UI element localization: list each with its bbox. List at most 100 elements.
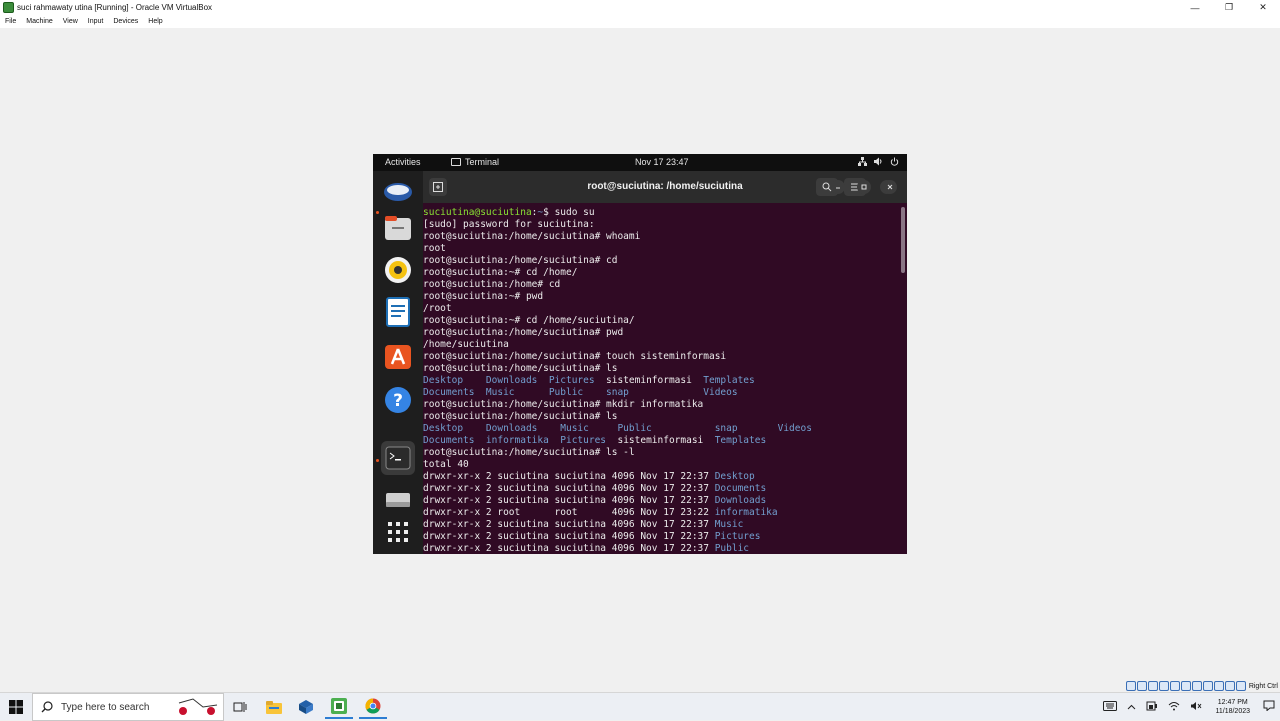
notification-icon[interactable] xyxy=(1263,700,1275,714)
dock-software[interactable] xyxy=(381,339,415,373)
taskbar-clock[interactable]: 12:47 PM 11/18/2023 xyxy=(1215,698,1250,716)
guest-close-button[interactable] xyxy=(883,180,897,194)
task-view-button[interactable] xyxy=(226,695,254,719)
terminal-text: root@suciutina:/home/suciutina# pwd xyxy=(423,327,624,338)
search-icon xyxy=(41,701,53,713)
system-status-area[interactable] xyxy=(858,157,899,168)
menu-machine[interactable]: Machine xyxy=(26,18,52,25)
ubuntu-software-icon xyxy=(385,345,411,369)
terminal-text: Desktop Downloads Music Public snap Vide… xyxy=(423,423,812,434)
task-view-icon xyxy=(233,702,247,712)
terminal-text: informatika xyxy=(714,507,778,518)
terminal-text: drwxr-xr-x 2 suciutina suciutina 4096 No… xyxy=(423,519,715,530)
windows-logo-icon xyxy=(9,700,23,714)
start-button[interactable] xyxy=(0,693,32,721)
terminal-line: root@suciutina:/home/suciutina# ls xyxy=(423,363,617,375)
guest-maximize-button[interactable] xyxy=(857,180,871,194)
terminal-line: root@suciutina:/home/suciutina# ls -l xyxy=(423,447,635,459)
power-icon xyxy=(890,157,899,168)
guest-screen[interactable]: Activities Terminal Nov 17 23:47 ? root@… xyxy=(373,154,907,554)
guest-minimize-button[interactable] xyxy=(831,180,845,194)
terminal-text: drwxr-xr-x 2 root root 4096 Nov 17 23:22 xyxy=(423,507,715,518)
chrome-icon xyxy=(365,698,381,714)
dock-rhythmbox[interactable] xyxy=(381,253,415,287)
optical-status-icon[interactable] xyxy=(1136,681,1147,691)
terminal-line: drwxr-xr-x 2 suciutina suciutina 4096 No… xyxy=(423,543,749,554)
chevron-up-icon[interactable] xyxy=(1127,702,1136,713)
terminal-scrollbar[interactable] xyxy=(901,207,905,273)
terminal-line: /home/suciutina xyxy=(423,339,509,351)
terminal-text: root@suciutina:~# pwd xyxy=(423,291,544,302)
terminal-text: /home/suciutina xyxy=(423,339,509,350)
dock-show-apps[interactable] xyxy=(381,515,415,549)
terminal-line: drwxr-xr-x 2 suciutina suciutina 4096 No… xyxy=(423,495,766,507)
thunderbird-icon xyxy=(384,183,412,201)
terminal-text: Documents xyxy=(714,483,767,494)
terminal-window[interactable]: root@suciutina: /home/suciutina suciutin… xyxy=(423,171,907,554)
volume-muted-icon[interactable] xyxy=(1190,701,1202,714)
dock-writer[interactable] xyxy=(381,295,415,329)
menu-file[interactable]: File xyxy=(5,18,16,25)
dock-thunderbird[interactable] xyxy=(381,175,415,209)
touch-keyboard-icon[interactable] xyxy=(1103,700,1118,714)
terminal-text: root@suciutina:/home/suciutina# ls xyxy=(423,411,618,422)
host-window-title: suci rahmawaty utina [Running] - Oracle … xyxy=(17,3,213,12)
host-key-label: Right Ctrl xyxy=(1248,682,1278,690)
dock-help[interactable]: ? xyxy=(381,383,415,417)
terminal-line: root@suciutina:~# pwd xyxy=(423,291,543,303)
menu-devices[interactable]: Devices xyxy=(113,18,138,25)
wifi-icon[interactable] xyxy=(1168,701,1180,714)
close-button[interactable]: ✕ xyxy=(1246,0,1280,15)
terminal-text: suciutina@suciutina xyxy=(423,207,532,218)
gnome-top-bar: Activities Terminal Nov 17 23:47 xyxy=(373,154,907,171)
hdd-status-icon[interactable] xyxy=(1125,681,1136,691)
usb-status-icon[interactable] xyxy=(1169,681,1180,691)
restore-button[interactable]: ❐ xyxy=(1212,0,1246,15)
terminal-line: root@suciutina:/home/suciutina# ls xyxy=(423,411,617,423)
activities-button[interactable]: Activities xyxy=(385,157,421,167)
menu-view[interactable]: View xyxy=(63,18,78,25)
app-menu[interactable]: Terminal xyxy=(451,157,499,167)
dock-files[interactable] xyxy=(381,211,415,245)
taskbar-virtualbox-vm[interactable] xyxy=(325,695,353,719)
menu-input[interactable]: Input xyxy=(88,18,104,25)
terminal-text: Pictures xyxy=(714,531,761,542)
keyboard-status-icon[interactable] xyxy=(1235,681,1246,691)
terminal-line: root@suciutina:/home/suciutina# pwd xyxy=(423,327,623,339)
virtualbox-manager-icon xyxy=(299,700,313,714)
terminal-text: drwxr-xr-x 2 suciutina suciutina 4096 No… xyxy=(423,543,715,554)
terminal-text: root@suciutina:~# cd /home/suciutina/ xyxy=(423,315,635,326)
taskbar-search[interactable]: Type here to search xyxy=(32,693,224,721)
terminal-line: drwxr-xr-x 2 root root 4096 Nov 17 23:22… xyxy=(423,507,778,519)
taskbar-virtualbox-manager[interactable] xyxy=(292,695,320,719)
display-status-icon[interactable] xyxy=(1191,681,1202,691)
files-icon xyxy=(385,216,411,240)
terminal-text: Templates xyxy=(703,375,755,386)
terminal-text: drwxr-xr-x 2 suciutina suciutina 4096 No… xyxy=(423,483,715,494)
terminal-text: drwxr-xr-x 2 suciutina suciutina 4096 No… xyxy=(423,531,715,542)
menu-help[interactable]: Help xyxy=(148,18,162,25)
terminal-text: root xyxy=(423,243,446,254)
terminal-text: Desktop Downloads Pictures xyxy=(423,375,607,386)
terminal-line: Documents informatika Pictures sisteminf… xyxy=(423,435,766,447)
terminal-output[interactable]: suciutina@suciutina:~$ sudo su [sudo] pas… xyxy=(423,203,907,554)
host-menubar: File Machine View Input Devices Help xyxy=(0,15,1280,28)
taskbar-file-explorer[interactable] xyxy=(260,695,288,719)
dock-drive[interactable] xyxy=(381,483,415,517)
gnome-clock[interactable]: Nov 17 23:47 xyxy=(635,157,689,167)
network-status-icon[interactable] xyxy=(1158,681,1169,691)
dock-terminal[interactable] xyxy=(381,441,415,475)
recording-status-icon[interactable] xyxy=(1202,681,1213,691)
audio-status-icon[interactable] xyxy=(1147,681,1158,691)
shared-folders-icon[interactable] xyxy=(1180,681,1191,691)
terminal-text: drwxr-xr-x 2 suciutina suciutina 4096 No… xyxy=(423,495,715,506)
terminal-line: drwxr-xr-x 2 suciutina suciutina 4096 No… xyxy=(423,519,743,531)
mouse-integration-icon[interactable] xyxy=(1224,681,1235,691)
cpu-status-icon[interactable] xyxy=(1213,681,1224,691)
taskbar-chrome[interactable] xyxy=(359,695,387,719)
terminal-text: root@suciutina:/home/suciutina# whoami xyxy=(423,231,641,242)
battery-icon[interactable] xyxy=(1146,701,1158,714)
minimize-button[interactable]: — xyxy=(1178,0,1212,15)
terminal-text: Documents informatika Pictures xyxy=(423,435,618,446)
search-placeholder: Type here to search xyxy=(61,701,150,713)
